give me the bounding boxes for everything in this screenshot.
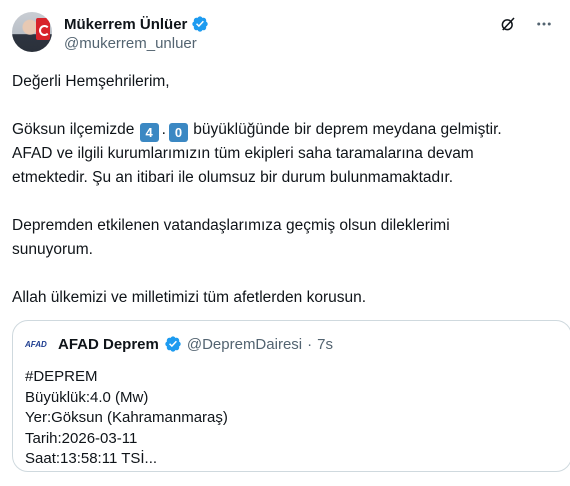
quoted-author-name[interactable]: AFAD Deprem	[58, 336, 159, 353]
quoted-line-location: Yer:Göksun (Kahramanmaraş)	[25, 409, 228, 426]
post-p1-after: büyüklüğünde bir deprem meydana gelmişti…	[193, 121, 502, 138]
keycap-digit-icon: 4	[139, 123, 159, 142]
author-display-name[interactable]: Mükerrem Ünlüer	[64, 16, 187, 33]
grok-icon[interactable]	[498, 14, 518, 34]
keycap-digit-icon: 0	[168, 123, 188, 142]
post-header: Mükerrem Ünlüer @mukerrem_unluer	[12, 12, 558, 56]
post-paragraph-1: Göksun ilçemizde 4.0 büyüklüğünde bir de…	[12, 118, 562, 190]
quoted-timestamp[interactable]: 7s	[317, 336, 333, 353]
dot-separator: ·	[307, 335, 313, 353]
post-text: Değerli Hemşehrilerim, Göksun ilçemizde …	[12, 70, 562, 310]
post-p2-line2: sunuyorum.	[12, 241, 93, 258]
verified-badge-icon	[165, 336, 181, 352]
post-paragraph-2: Depremden etkilenen vatandaşlarımıza geç…	[12, 214, 562, 262]
quoted-post-text: #DEPREM Büyüklük:4.0 (Mw) Yer:Göksun (Ka…	[25, 367, 228, 470]
magnitude-dot: .	[161, 121, 166, 138]
quoted-line-time: Saat:13:58:11 TSİ...	[25, 450, 158, 467]
post-paragraph-3: Allah ülkemizi ve milletimizi tüm afetle…	[12, 289, 367, 306]
afad-logo[interactable]: AFAD	[25, 337, 53, 351]
author-avatar[interactable]	[12, 12, 52, 52]
post-p1-line3: etmektedir. Şu an itibari ile olumsuz bi…	[12, 169, 454, 186]
more-icon[interactable]	[534, 14, 554, 34]
quoted-author-handle[interactable]: @DepremDairesi	[187, 336, 302, 353]
post-greeting: Değerli Hemşehrilerim,	[12, 73, 170, 90]
header-actions	[498, 14, 554, 34]
post-p2-line1: Depremden etkilenen vatandaşlarımıza geç…	[12, 217, 450, 234]
post-p1-before: Göksun ilçemizde	[12, 121, 135, 138]
quoted-line-magnitude: Büyüklük:4.0 (Mw)	[25, 388, 149, 406]
post-p1-line2: AFAD ve ilgili kurumlarımızın tüm ekiple…	[12, 145, 474, 162]
quoted-line-date: Tarih:2026-03-11	[25, 429, 138, 447]
quoted-post[interactable]: AFAD AFAD Deprem @DepremDairesi · 7s #DE…	[12, 320, 570, 472]
verified-badge-icon	[192, 16, 209, 32]
flag-icon	[36, 18, 50, 40]
quoted-line-hashtag[interactable]: #DEPREM	[25, 367, 228, 388]
author-handle[interactable]: @mukerrem_unluer	[64, 35, 197, 52]
quoted-post-header: AFAD AFAD Deprem @DepremDairesi · 7s	[25, 335, 333, 353]
author-name-row: Mükerrem Ünlüer	[64, 15, 209, 33]
